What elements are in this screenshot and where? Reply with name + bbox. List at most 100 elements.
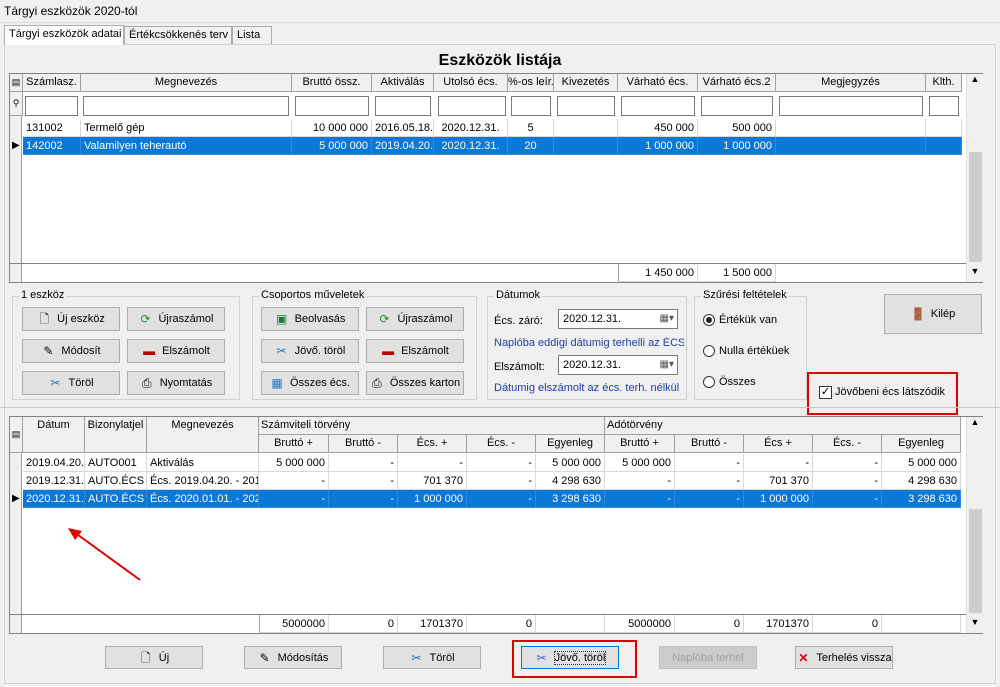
col-sz-brutto-plus[interactable]: Bruttó + [259, 435, 329, 453]
radio-zero-value[interactable] [703, 345, 715, 357]
cell: 1 000 000 [398, 490, 467, 508]
title-divider [0, 22, 1000, 23]
edit-entry-button[interactable]: ✎ Módosítás [244, 646, 342, 669]
group-label: Dátumok [494, 289, 543, 301]
bulk-settled-button[interactable]: ▬ Elszámolt [366, 339, 464, 363]
bulk-recalculate-button[interactable]: ⟳ Újraszámol [366, 307, 464, 331]
col-szazalek[interactable]: %-os leír. [508, 74, 554, 92]
red-arrow-annotation [68, 528, 141, 581]
cell: Termelő gép [81, 119, 292, 137]
ecs-zaro-datepicker[interactable]: 2020.12.31. ▦▾ [558, 309, 678, 329]
all-cards-button[interactable]: ⎙ Összes karton [366, 371, 464, 395]
group-label: Szűrési feltételek [701, 289, 789, 301]
col-szamlasz[interactable]: Számlasz. [23, 74, 81, 92]
filter-varhato[interactable] [621, 96, 695, 116]
group-label: 1 eszköz [19, 289, 67, 301]
calendar-dropdown-icon[interactable]: ▦▾ [660, 311, 674, 327]
col-varhato-ecs[interactable]: Várható écs. [618, 74, 698, 92]
scroll-down-icon[interactable]: ▼ [967, 617, 983, 627]
reverse-charge-button[interactable]: ✕ Terhelés vissza [795, 646, 893, 669]
filter-utolso-ecs[interactable] [438, 96, 506, 116]
col-datum[interactable]: Dátum [23, 417, 85, 453]
total-cell: 0 [675, 615, 744, 633]
report-icon: ▦ [271, 376, 283, 390]
col-megnevezes[interactable]: Megnevezés [81, 74, 292, 92]
col-sz-brutto-minus[interactable]: Bruttó - [329, 435, 398, 453]
assets-grid[interactable]: ▤ Számlasz. Megnevezés Bruttó össz. Akti… [9, 73, 983, 283]
scroll-thumb[interactable] [969, 509, 982, 613]
filter-klth[interactable] [929, 96, 959, 116]
exit-button[interactable]: 🚪 Kilép [884, 294, 982, 334]
col-bizonylatjel[interactable]: Bizonylatjel [85, 417, 147, 453]
cell: - [675, 454, 744, 472]
col-aktivalas[interactable]: Aktiválás [372, 74, 434, 92]
tab-list[interactable]: Lista [232, 26, 272, 44]
total-cell [882, 615, 961, 633]
import-button[interactable]: ▣ Beolvasás [261, 307, 359, 331]
elszamolt-datepicker[interactable]: 2020.12.31. ▦▾ [558, 355, 678, 375]
group-label: Csoportos műveletek [259, 289, 367, 301]
filter-szamlasz[interactable] [25, 96, 78, 116]
ledger-grid[interactable]: ▤ Dátum Bizonylatjel Megnevezés Számvite… [9, 416, 983, 634]
col-ad-ecs-minus[interactable]: Écs. - [813, 435, 882, 453]
col-ad-brutto-plus[interactable]: Bruttó + [605, 435, 675, 453]
cell: 2016.05.18. [372, 119, 434, 137]
filter-kivezetes[interactable] [557, 96, 615, 116]
cell: 2020.12.31. [434, 119, 508, 137]
new-asset-button[interactable]: 🗋 Új eszköz [22, 307, 120, 331]
col-klth[interactable]: Klth. [926, 74, 962, 92]
group-filter: Szűrési feltételek Értékük van Nulla ért… [694, 289, 807, 400]
recalculate-button[interactable]: ⟳ Újraszámol [127, 307, 225, 331]
delete-button[interactable]: ✂ Töröl [22, 371, 120, 395]
scroll-down-icon[interactable]: ▼ [967, 266, 983, 276]
button-label: Töröl [68, 377, 94, 389]
settled-button[interactable]: ▬ Elszámolt [127, 339, 225, 363]
col-varhato-ecs2[interactable]: Várható écs.2 [698, 74, 776, 92]
col-sz-ecs-minus[interactable]: Écs. - [467, 435, 536, 453]
post-to-journal-button[interactable]: Naplóba terhel [659, 646, 757, 669]
col-ad-egyenleg[interactable]: Egyenleg [882, 435, 961, 453]
grid-menu-icon[interactable]: ▤ [10, 74, 23, 92]
delete-entry-button[interactable]: ✂ Töröl [383, 646, 481, 669]
filter-varhato2[interactable] [701, 96, 773, 116]
filter-brutto[interactable] [295, 96, 369, 116]
filter-megnevezes[interactable] [83, 96, 289, 116]
ledger-scrollbar[interactable]: ▲ ▼ [966, 417, 983, 633]
filter-szazalek[interactable] [511, 96, 551, 116]
cell: 5 000 000 [536, 454, 605, 472]
col-sz-egyenleg[interactable]: Egyenleg [536, 435, 605, 453]
scroll-up-icon[interactable]: ▲ [967, 417, 983, 427]
filter-megjegyzes[interactable] [779, 96, 923, 116]
grid-menu-icon[interactable]: ▤ [10, 417, 23, 453]
scroll-up-icon[interactable]: ▲ [967, 74, 983, 84]
col-utolso-ecs[interactable]: Utolsó écs. [434, 74, 508, 92]
button-label: Töröl [429, 651, 455, 664]
cell: 1 000 000 [618, 137, 698, 155]
tab-depreciation-plan[interactable]: Értékcsökkenés terv [124, 26, 232, 44]
ecs-note: Naplóba eddigi dátumig terhelli az ÉCS-t [494, 337, 684, 349]
modify-button[interactable]: ✎ Módosít [22, 339, 120, 363]
top-grid-scrollbar[interactable]: ▲ ▼ [966, 74, 983, 282]
calendar-dropdown-icon[interactable]: ▦▾ [660, 357, 674, 373]
bulk-delete-future-button[interactable]: ✂ Jövő. töröl [261, 339, 359, 363]
col-brutto[interactable]: Bruttó össz. [292, 74, 372, 92]
col-megnevezes[interactable]: Megnevezés [147, 417, 259, 453]
radio-has-value[interactable] [703, 314, 715, 326]
col-ad-brutto-minus[interactable]: Bruttó - [675, 435, 744, 453]
tab-asset-data[interactable]: Tárgyi eszközök adatai [4, 25, 124, 45]
current-row-arrow-icon: ▶ [12, 493, 20, 504]
current-row-arrow-icon: ▶ [12, 140, 20, 151]
col-sz-ecs-plus[interactable]: Écs. + [398, 435, 467, 453]
col-megjegyzes[interactable]: Megjegyzés [776, 74, 926, 92]
cell: Écs. 2020.01.01. - 202 [147, 490, 259, 508]
all-depreciation-button[interactable]: ▦ Összes écs. [261, 371, 359, 395]
print-button[interactable]: ⎙ Nyomtatás [127, 371, 225, 395]
filter-aktivalas[interactable] [375, 96, 431, 116]
col-kivezetes[interactable]: Kivezetés [554, 74, 618, 92]
scroll-thumb[interactable] [969, 152, 982, 262]
cell: 450 000 [618, 119, 698, 137]
radio-all[interactable] [703, 376, 715, 388]
new-entry-button[interactable]: 🗋 Új [105, 646, 203, 669]
col-ad-ecs-plus[interactable]: Écs + [744, 435, 813, 453]
exit-door-icon: 🚪 [910, 307, 926, 321]
